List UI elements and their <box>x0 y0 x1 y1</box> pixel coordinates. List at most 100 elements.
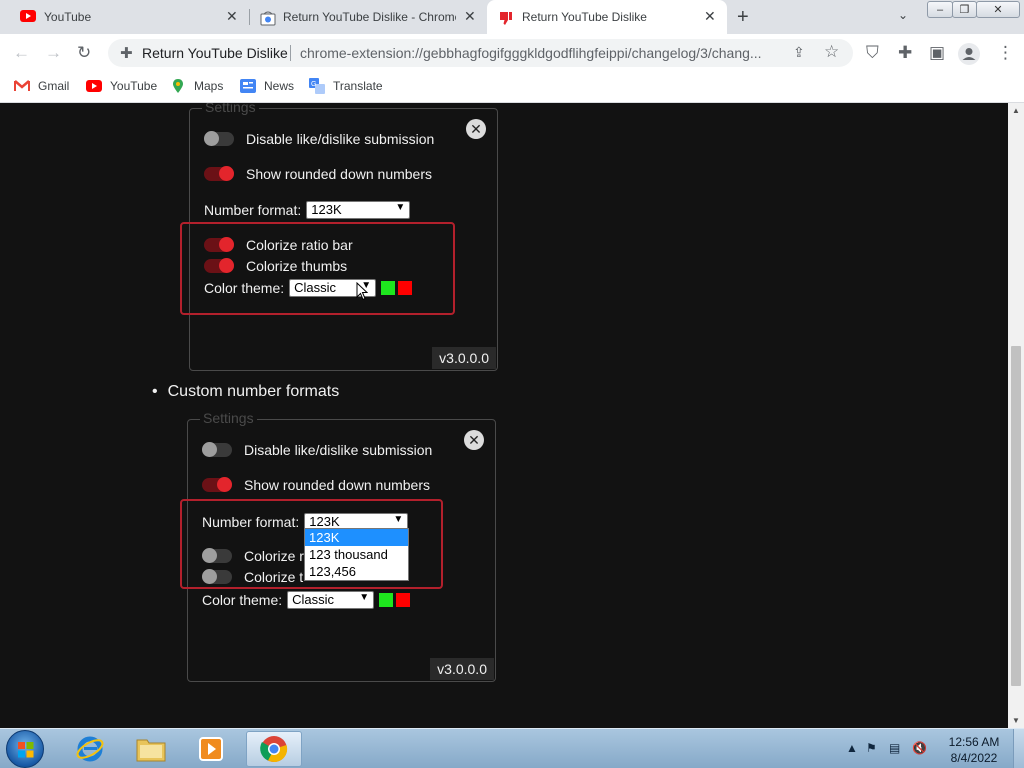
tab-label: Return YouTube Dislike <box>522 10 647 24</box>
scrollbar-thumb[interactable] <box>1011 346 1021 686</box>
internet-explorer-icon <box>76 736 104 762</box>
color-theme-select[interactable]: Classic ▼ <box>287 591 375 609</box>
taskbar-chrome[interactable] <box>246 731 302 767</box>
profile-avatar[interactable] <box>958 43 980 65</box>
close-tab-icon[interactable]: ✕ <box>704 8 716 25</box>
show-hidden-icons[interactable]: ▲ <box>846 741 858 755</box>
setting-label: Disable like/dislike submission <box>246 131 435 147</box>
site-label: Return YouTube Dislike <box>142 45 288 61</box>
page-scrollbar[interactable]: ▲ ▼ <box>1008 103 1024 728</box>
reload-icon[interactable]: ↻ <box>77 43 91 63</box>
forward-icon[interactable]: → <box>45 43 62 63</box>
dislike-icon <box>500 12 512 25</box>
windows-logo-icon <box>18 742 34 758</box>
dropdown-option[interactable]: 123,456 <box>305 563 408 580</box>
bullet-dot: • <box>152 383 158 400</box>
setting-label: Show rounded down numbers <box>246 166 433 182</box>
bookmark-label: Translate <box>333 79 383 93</box>
setting-color-theme: Color theme: Classic ▼ <box>202 591 411 609</box>
browser-toolbar: ← → ↻ ✚ Return YouTube Dislike chrome-ex… <box>0 34 1024 72</box>
tab-youtube[interactable]: YouTube ✕ <box>0 0 250 34</box>
extension-icon: ✚ <box>120 45 133 62</box>
address-bar[interactable]: ✚ Return YouTube Dislike chrome-extensio… <box>108 39 853 67</box>
news-icon <box>240 79 256 93</box>
setting-disable-submission[interactable]: Disable like/dislike submission <box>202 442 432 458</box>
setting-label: Show rounded down numbers <box>244 477 431 493</box>
bullet-text: Custom number formats <box>167 383 340 400</box>
scroll-down-icon[interactable]: ▼ <box>1012 716 1020 725</box>
tab-ryd-chrome[interactable]: Return YouTube Dislike - Chrome ✕ <box>250 0 486 34</box>
toggle-switch[interactable] <box>204 131 234 146</box>
chrome-store-icon <box>260 11 276 26</box>
network-icon[interactable]: ▤ <box>889 741 900 755</box>
dropdown-option[interactable]: 123K <box>305 529 408 546</box>
version-badge: v3.0.0.0 <box>430 658 494 680</box>
close-tab-icon[interactable]: ✕ <box>226 8 238 25</box>
version-badge: v3.0.0.0 <box>432 347 496 369</box>
bookmark-label: Maps <box>194 79 224 93</box>
tab-label: Return YouTube Dislike - Chrome <box>283 10 456 24</box>
taskbar-media-player[interactable] <box>183 731 239 767</box>
close-icon[interactable]: ✕ <box>466 119 486 139</box>
scroll-up-icon[interactable]: ▲ <box>1012 106 1020 115</box>
translate-icon: G <box>309 78 325 94</box>
close-tab-icon[interactable]: ✕ <box>464 8 476 25</box>
setting-rounded-numbers[interactable]: Show rounded down numbers <box>202 477 430 493</box>
setting-number-format: Number format: 123K ▼ <box>204 201 411 219</box>
chevron-down-icon: ▼ <box>359 592 370 603</box>
number-format-select[interactable]: 123K ▼ <box>306 201 411 219</box>
show-desktop-button[interactable] <box>1013 729 1024 768</box>
clock-time: 12:56 AM <box>948 735 1000 749</box>
youtube-icon <box>20 10 36 22</box>
bookmark-gmail[interactable]: Gmail <box>14 78 69 94</box>
share-icon[interactable]: ⇪ <box>793 44 805 61</box>
bookmark-label: News <box>264 79 295 93</box>
toggle-switch[interactable] <box>204 166 234 181</box>
svg-text:G: G <box>311 81 316 88</box>
bookmarks-bar: Gmail YouTube Maps News G Translate <box>0 72 1024 103</box>
close-icon[interactable]: ✕ <box>464 430 484 450</box>
minimize-button[interactable]: – <box>927 1 953 18</box>
number-format-dropdown[interactable]: 123K 123 thousand 123,456 <box>304 528 409 581</box>
toggle-switch[interactable] <box>202 477 232 492</box>
toggle-switch[interactable] <box>202 442 232 457</box>
back-icon[interactable]: ← <box>13 43 30 63</box>
number-format-label: Number format: <box>204 202 302 218</box>
chevron-down-icon: ▼ <box>395 202 406 213</box>
clock[interactable]: 12:56 AM 8/4/2022 <box>944 734 1004 766</box>
menu-icon[interactable]: ⋮ <box>997 43 1014 63</box>
setting-rounded-numbers[interactable]: Show rounded down numbers <box>204 166 432 182</box>
chevron-down-icon[interactable]: ⌄ <box>898 8 908 22</box>
bookmark-maps[interactable]: Maps <box>170 78 223 94</box>
tab-ryd-active[interactable]: Return YouTube Dislike ✕ <box>487 0 727 34</box>
bookmark-news[interactable]: News <box>240 78 294 94</box>
bookmark-translate[interactable]: G Translate <box>309 78 383 94</box>
setting-disable-submission[interactable]: Disable like/dislike submission <box>204 131 434 147</box>
start-button[interactable] <box>6 730 44 768</box>
green-swatch[interactable] <box>379 593 394 607</box>
color-theme-label: Color theme: <box>202 592 283 608</box>
dropdown-option[interactable]: 123 thousand <box>305 546 408 563</box>
taskbar-ie[interactable] <box>62 731 118 767</box>
bookmark-youtube[interactable]: YouTube <box>86 78 157 94</box>
clock-date: 8/4/2022 <box>950 751 998 765</box>
side-panel-icon[interactable]: ▣ <box>929 43 945 63</box>
flag-icon[interactable]: ⚑ <box>866 741 877 755</box>
tab-strip: YouTube ✕ Return YouTube Dislike - Chrom… <box>0 0 1024 34</box>
page-content: Settings ✕ Disable like/dislike submissi… <box>0 103 1008 728</box>
restore-button[interactable]: ❐ <box>952 1 977 18</box>
shield-icon[interactable]: ⛉ <box>866 43 879 63</box>
folder-icon <box>136 739 166 762</box>
volume-muted-icon[interactable]: 🔇 <box>912 741 927 755</box>
puzzle-icon[interactable]: ✚ <box>898 43 912 63</box>
red-swatch[interactable] <box>396 593 411 607</box>
new-tab-icon[interactable]: + <box>737 6 749 29</box>
close-window-button[interactable]: ✕ <box>976 1 1020 18</box>
bookmark-star-icon[interactable]: ☆ <box>824 42 839 62</box>
media-player-icon <box>199 737 223 761</box>
setting-label: Disable like/dislike submission <box>244 442 433 458</box>
highlight-box <box>180 222 455 315</box>
url-text[interactable]: chrome-extension://gebbhagfogifgggkldgod… <box>300 45 780 61</box>
taskbar-explorer[interactable] <box>123 731 179 767</box>
windows-taskbar: ▲ ⚑ ▤ 🔇 12:56 AM 8/4/2022 <box>0 728 1024 768</box>
